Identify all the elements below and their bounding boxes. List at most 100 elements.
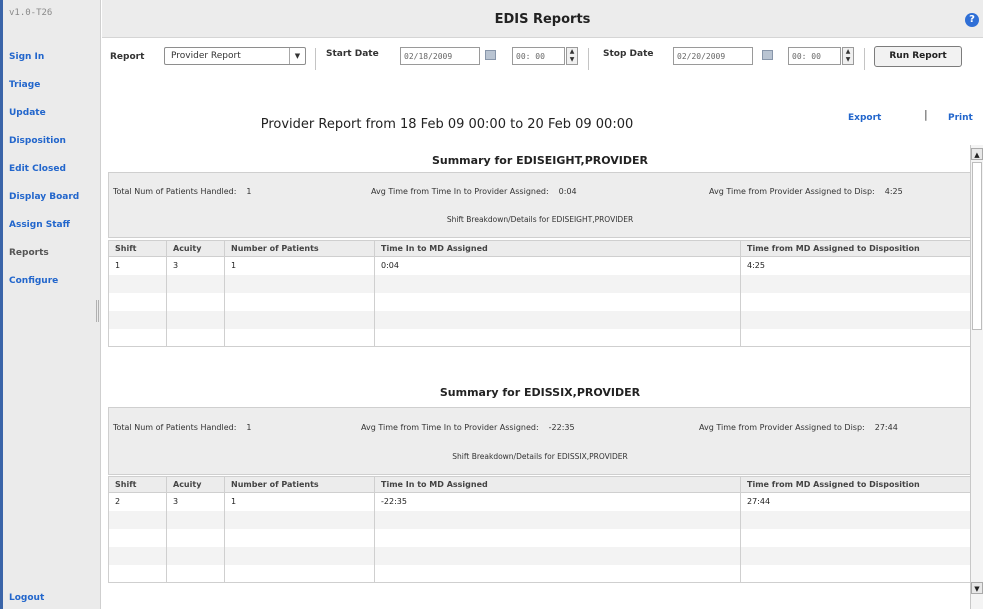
logout-link[interactable]: Logout: [9, 593, 44, 603]
title-bar: EDIS Reports ?: [102, 0, 983, 38]
start-date-input[interactable]: 02/18/2009: [400, 47, 480, 65]
scroll-down-icon[interactable]: ▼: [971, 582, 983, 594]
provider-summary: Summary for EDISSIX,PROVIDER Total Num o…: [108, 376, 972, 601]
cell-acuity: 3: [166, 492, 225, 511]
report-label: Report: [110, 52, 145, 62]
sidebar-item-sign-in[interactable]: Sign In: [9, 52, 44, 62]
stop-date-input[interactable]: 02/20/2009: [673, 47, 753, 65]
version-label: v1.0-T26: [9, 8, 53, 18]
table-row: 1 3 1 0:04 4:25: [108, 256, 972, 275]
column-header-time-md-to-disposition: Time from MD Assigned to Disposition: [740, 240, 972, 257]
sidebar-item-update[interactable]: Update: [9, 108, 46, 118]
cell-time-in: 0:04: [374, 256, 741, 275]
patients-handled-value: 1: [246, 423, 252, 432]
avg-time-in-label: Avg Time from Time In to Provider Assign…: [371, 187, 549, 196]
provider-summary: Summary for EDISEIGHT,PROVIDER Total Num…: [108, 145, 972, 365]
sidebar-item-edit-closed[interactable]: Edit Closed: [9, 164, 66, 174]
report-title: Provider Report from 18 Feb 09 00:00 to …: [260, 117, 634, 132]
sidebar-item-disposition[interactable]: Disposition: [9, 136, 66, 146]
table-row: [108, 310, 972, 329]
summary-stats-box: Total Num of Patients Handled: 1 Avg Time…: [108, 407, 972, 475]
export-link[interactable]: Export: [848, 113, 881, 123]
stop-time-input[interactable]: 00: 00: [788, 47, 841, 65]
table-row: [108, 564, 972, 583]
start-time-stepper[interactable]: ▲ ▼: [566, 47, 578, 65]
scroll-up-icon[interactable]: ▲: [971, 148, 983, 160]
sidebar-item-reports[interactable]: Reports: [9, 248, 49, 258]
sidebar-item-display-board[interactable]: Display Board: [9, 192, 79, 202]
toolbar-divider: [864, 48, 865, 70]
summary-stats-box: Total Num of Patients Handled: 1 Avg Time…: [108, 172, 972, 238]
cell-acuity: 3: [166, 256, 225, 275]
table-row: [108, 528, 972, 547]
patients-handled-label: Total Num of Patients Handled:: [113, 187, 237, 196]
avg-time-disp-label: Avg Time from Provider Assigned to Disp:: [699, 423, 865, 432]
toolbar-divider: [588, 48, 589, 70]
start-date-label: Start Date: [326, 49, 379, 59]
scrollbar-thumb[interactable]: [972, 162, 982, 330]
report-select[interactable]: Provider Report ▼: [164, 47, 306, 65]
summary-title: Summary for EDISSIX,PROVIDER: [439, 386, 641, 399]
cell-shift: 2: [108, 492, 167, 511]
start-time-input[interactable]: 00: 00: [512, 47, 565, 65]
stop-date-label: Stop Date: [603, 49, 654, 59]
avg-time-disp-value: 27:44: [874, 423, 898, 432]
sidebar: v1.0-T26 Sign In Triage Update Dispositi…: [3, 0, 101, 609]
patients-handled-label: Total Num of Patients Handled:: [113, 423, 237, 432]
table-row: [108, 292, 972, 311]
avg-time-in-value: 0:04: [558, 187, 577, 196]
cell-patients: 1: [224, 492, 375, 511]
column-header-time-md-to-disposition: Time from MD Assigned to Disposition: [740, 476, 972, 493]
shift-table: Shift Acuity Number of Patients Time In …: [108, 476, 972, 583]
column-header-acuity: Acuity: [166, 240, 225, 257]
column-header-shift: Shift: [108, 476, 167, 493]
sidebar-item-triage[interactable]: Triage: [9, 80, 40, 90]
link-separator: |: [924, 108, 928, 121]
shift-breakdown-caption: Shift Breakdown/Details for EDISEIGHT,PR…: [446, 215, 634, 224]
patients-handled-value: 1: [246, 187, 252, 196]
vertical-scrollbar[interactable]: ▲ ▼: [970, 145, 983, 609]
report-scroll-area[interactable]: Summary for EDISEIGHT,PROVIDER Total Num…: [102, 145, 983, 609]
print-link[interactable]: Print: [948, 113, 973, 123]
report-select-value: Provider Report: [171, 51, 241, 61]
column-header-time-in-to-md: Time In to MD Assigned: [374, 476, 741, 493]
calendar-icon[interactable]: [485, 50, 496, 60]
table-row: [108, 546, 972, 565]
shift-table: Shift Acuity Number of Patients Time In …: [108, 240, 972, 347]
column-header-number-of-patients: Number of Patients: [224, 240, 375, 257]
column-header-number-of-patients: Number of Patients: [224, 476, 375, 493]
toolbar-divider: [315, 48, 316, 70]
avg-time-to-disposition: Avg Time from Provider Assigned to Disp:…: [709, 187, 903, 196]
report-toolbar: Report Provider Report ▼ Start Date 02/1…: [102, 38, 983, 82]
run-report-button[interactable]: Run Report: [874, 46, 962, 67]
sidebar-item-configure[interactable]: Configure: [9, 276, 58, 286]
avg-time-to-disposition: Avg Time from Provider Assigned to Disp:…: [699, 423, 898, 432]
summary-title: Summary for EDISEIGHT,PROVIDER: [431, 154, 649, 167]
sidebar-resize-handle[interactable]: [96, 300, 99, 322]
stop-time-stepper[interactable]: ▲ ▼: [842, 47, 854, 65]
table-row: [108, 510, 972, 529]
avg-time-in-label: Avg Time from Time In to Provider Assign…: [361, 423, 539, 432]
chevron-down-icon[interactable]: ▼: [289, 48, 305, 64]
avg-time-disp-label: Avg Time from Provider Assigned to Disp:: [709, 187, 875, 196]
help-icon[interactable]: ?: [965, 13, 979, 27]
cell-time-disp: 4:25: [740, 256, 972, 275]
column-header-time-in-to-md: Time In to MD Assigned: [374, 240, 741, 257]
table-row: 2 3 1 -22:35 27:44: [108, 492, 972, 511]
table-row: [108, 274, 972, 293]
avg-time-in-to-provider: Avg Time from Time In to Provider Assign…: [371, 187, 577, 196]
cell-time-disp: 27:44: [740, 492, 972, 511]
cell-patients: 1: [224, 256, 375, 275]
avg-time-disp-value: 4:25: [884, 187, 903, 196]
avg-time-in-to-provider: Avg Time from Time In to Provider Assign…: [361, 423, 575, 432]
calendar-icon[interactable]: [762, 50, 773, 60]
cell-shift: 1: [108, 256, 167, 275]
patients-handled: Total Num of Patients Handled: 1: [113, 187, 252, 196]
column-header-acuity: Acuity: [166, 476, 225, 493]
column-header-shift: Shift: [108, 240, 167, 257]
cell-time-in: -22:35: [374, 492, 741, 511]
avg-time-in-value: -22:35: [548, 423, 575, 432]
page-title: EDIS Reports: [494, 12, 591, 27]
sidebar-item-assign-staff[interactable]: Assign Staff: [9, 220, 70, 230]
shift-breakdown-caption: Shift Breakdown/Details for EDISSIX,PROV…: [452, 452, 628, 461]
